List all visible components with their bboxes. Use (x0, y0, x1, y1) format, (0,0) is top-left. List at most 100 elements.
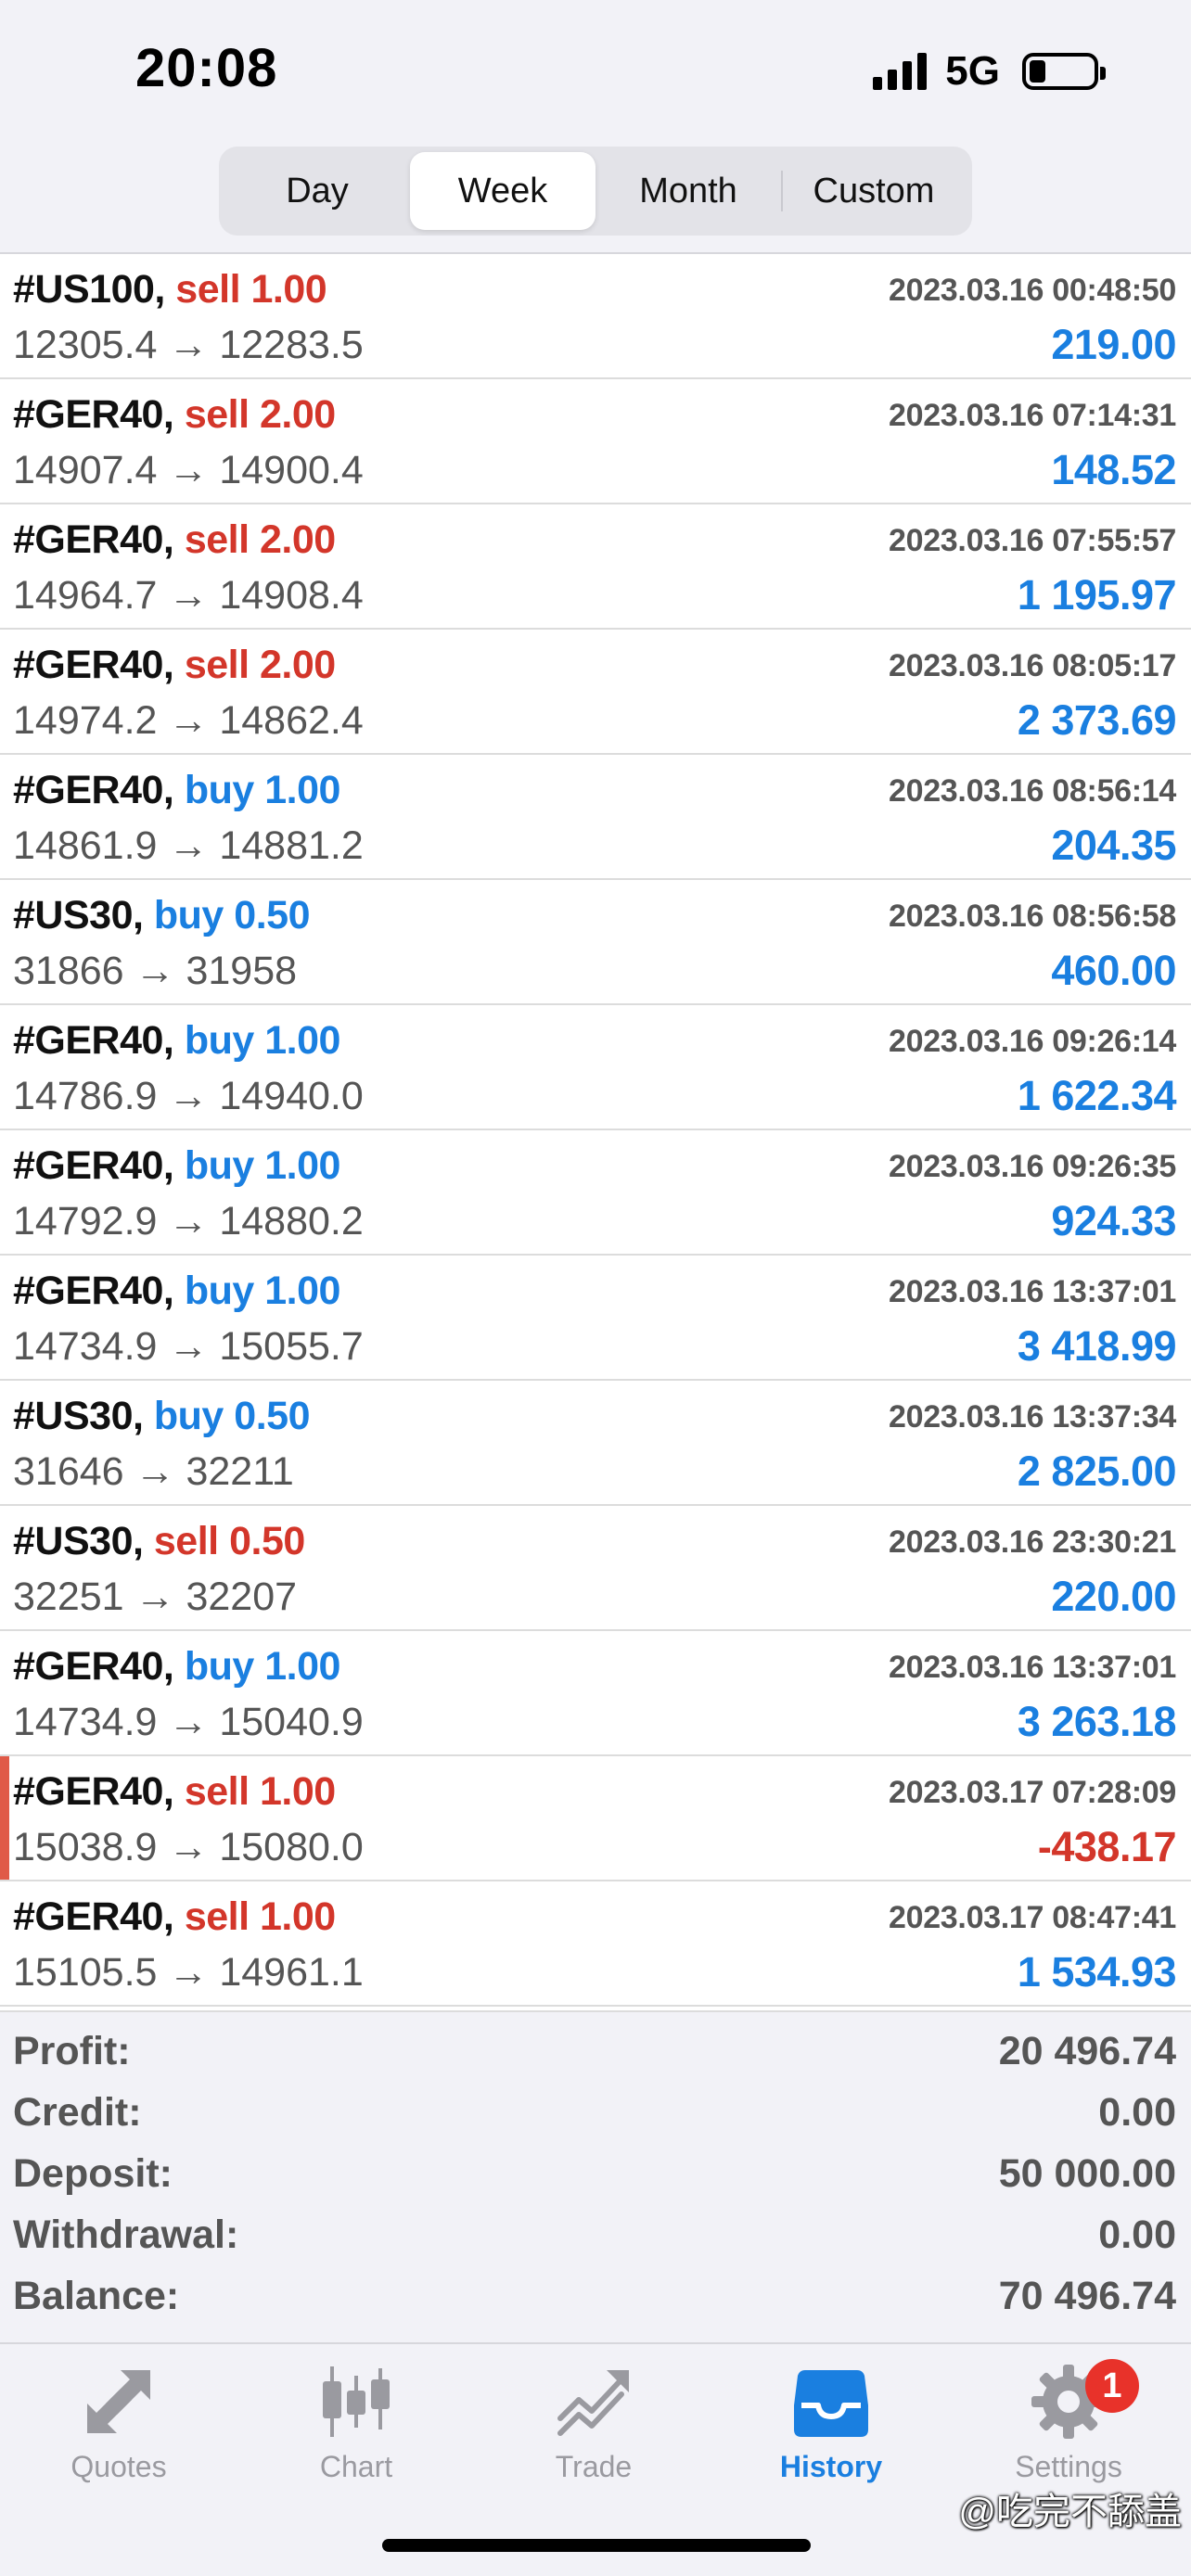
tab-month[interactable]: Month (596, 152, 781, 230)
trade-profit: 3 418.99 (1017, 1322, 1177, 1370)
trade-title: #GER40, buy 1.00 (13, 1644, 340, 1690)
summary-balance: Balance: 70 496.74 (0, 2264, 1191, 2326)
trade-profit: 3 263.18 (1017, 1698, 1177, 1745)
trade-prices: 12305.4 → 12283.5 (13, 323, 364, 367)
trade-side-volume: sell 2.00 (185, 643, 336, 687)
home-indicator[interactable] (382, 2539, 811, 2552)
trade-side: buy (153, 1394, 224, 1438)
trade-side-volume: buy 1.00 (185, 1018, 341, 1063)
trade-volume: 0.50 (234, 1394, 310, 1438)
trade-row[interactable]: #US100, sell 1.00 2023.03.16 00:48:50 12… (0, 254, 1191, 379)
trade-row[interactable]: #GER40, sell 2.00 2023.03.16 08:05:17 14… (0, 630, 1191, 755)
trade-datetime: 2023.03.16 13:37:34 (888, 1399, 1176, 1435)
trade-datetime: 2023.03.16 09:26:35 (888, 1149, 1176, 1184)
history-inbox-icon (794, 2370, 868, 2437)
trade-datetime: 2023.03.17 08:47:41 (888, 1900, 1176, 1935)
trade-datetime: 2023.03.16 13:37:01 (888, 1274, 1176, 1309)
trade-profit: 924.33 (1051, 1197, 1176, 1244)
trade-history-list[interactable]: #US100, sell 1.00 2023.03.16 00:48:50 12… (0, 254, 1191, 2007)
trade-side: buy (153, 893, 224, 937)
trade-profit: 220.00 (1051, 1573, 1176, 1620)
status-icons: 5G (873, 48, 1106, 95)
tab-trade[interactable]: Trade (475, 2363, 712, 2520)
trade-prices: 15038.9 → 15080.0 (13, 1825, 364, 1869)
trade-prices: 14792.9 → 14880.2 (13, 1199, 364, 1243)
trade-side-volume: buy 1.00 (184, 1644, 341, 1689)
trade-prices: 14974.2 → 14862.4 (13, 698, 364, 743)
tab-history[interactable]: History (712, 2363, 950, 2520)
trade-side-volume: buy 0.50 (153, 1394, 311, 1438)
trade-side: sell (175, 267, 241, 312)
trade-side-volume: sell 1.00 (175, 267, 327, 312)
trade-volume: 1.00 (264, 1143, 340, 1188)
tab-week[interactable]: Week (410, 152, 596, 230)
trade-symbol: #GER40, (13, 517, 174, 562)
trade-datetime: 2023.03.16 13:37:01 (888, 1650, 1176, 1685)
trade-profit: 2 825.00 (1017, 1447, 1177, 1495)
trade-volume: 0.50 (234, 893, 310, 937)
trade-volume: 2.00 (260, 643, 336, 687)
trade-side: buy (184, 1644, 254, 1689)
trade-row[interactable]: #GER40, sell 2.00 2023.03.16 07:55:57 14… (0, 504, 1191, 630)
summary-value: 0.00 (1098, 2213, 1176, 2257)
trade-row[interactable]: #GER40, buy 1.00 2023.03.16 13:37:01 147… (0, 1631, 1191, 1756)
trade-symbol: #US30, (13, 893, 144, 937)
summary-label: Withdrawal: (13, 2213, 239, 2257)
trade-profit: 460.00 (1051, 947, 1176, 994)
trade-prices: 31866 → 31958 (13, 949, 298, 993)
trade-side-volume: buy 1.00 (184, 768, 341, 812)
summary-value: 50 000.00 (998, 2151, 1176, 2196)
trade-symbol: #US100, (13, 267, 165, 312)
trade-datetime: 2023.03.16 08:56:58 (888, 899, 1176, 934)
trade-row[interactable]: #US30, sell 0.50 2023.03.16 23:30:21 322… (0, 1506, 1191, 1631)
trade-title: #GER40, buy 1.00 (13, 1143, 340, 1189)
trade-title: #GER40, sell 1.00 (13, 1769, 336, 1815)
tab-label: Trade (555, 2450, 633, 2483)
trade-volume: 1.00 (264, 768, 340, 812)
trade-profit: 2 373.69 (1017, 696, 1177, 744)
trade-volume: 1.00 (264, 1269, 340, 1313)
period-selector: Day Week Month Custom (219, 147, 972, 236)
trade-symbol: #GER40, (13, 1894, 174, 1939)
trade-prices: 14861.9 → 14881.2 (13, 823, 364, 868)
trade-row[interactable]: #GER40, buy 1.00 2023.03.16 09:26:14 147… (0, 1005, 1191, 1130)
network-type: 5G (945, 48, 1000, 94)
tab-chart[interactable]: Chart (237, 2363, 475, 2520)
trade-row[interactable]: #GER40, buy 1.00 2023.03.16 08:56:14 148… (0, 755, 1191, 880)
trade-symbol: #GER40, (13, 1269, 174, 1313)
trade-row[interactable]: #GER40, sell 1.00 2023.03.17 07:28:09 15… (0, 1756, 1191, 1881)
tab-day[interactable]: Day (224, 152, 410, 230)
trade-profit: 1 622.34 (1017, 1072, 1177, 1119)
trade-symbol: #GER40, (13, 643, 174, 687)
trade-datetime: 2023.03.16 09:26:14 (888, 1024, 1176, 1059)
trade-side: buy (184, 768, 254, 812)
trade-title: #GER40, sell 2.00 (13, 643, 336, 688)
trade-symbol: #GER40, (13, 1769, 174, 1814)
tab-quotes[interactable]: Quotes (0, 2363, 237, 2520)
trade-side: sell (153, 1519, 219, 1563)
trade-profit: 1 195.97 (1017, 571, 1177, 618)
trade-row[interactable]: #GER40, sell 2.00 2023.03.16 07:14:31 14… (0, 379, 1191, 504)
trade-row[interactable]: #GER40, buy 1.00 2023.03.16 13:37:01 147… (0, 1256, 1191, 1381)
trade-datetime: 2023.03.16 00:48:50 (888, 273, 1176, 308)
trade-side: sell (184, 643, 250, 687)
watermark: @吃完不舔盖 (958, 2492, 1182, 2532)
trade-side-volume: sell 1.00 (185, 1894, 336, 1939)
summary-label: Balance: (13, 2274, 180, 2318)
trade-row[interactable]: #US30, buy 0.50 2023.03.16 08:56:58 3186… (0, 880, 1191, 1005)
tab-custom[interactable]: Custom (781, 152, 967, 230)
summary-label: Profit: (13, 2029, 131, 2073)
trade-row[interactable]: #GER40, buy 1.00 2023.03.16 09:26:35 147… (0, 1130, 1191, 1256)
trade-row[interactable]: #US30, buy 0.50 2023.03.16 13:37:34 3164… (0, 1381, 1191, 1506)
summary-withdrawal: Withdrawal: 0.00 (0, 2203, 1191, 2264)
signal-bars-icon (873, 53, 928, 90)
trade-prices: 14907.4 → 14900.4 (13, 448, 364, 492)
trade-symbol: #US30, (13, 1394, 144, 1438)
trade-side: sell (184, 1894, 250, 1939)
trade-symbol: #GER40, (13, 1143, 174, 1188)
trade-row[interactable]: #GER40, sell 1.00 2023.03.17 08:47:41 15… (0, 1881, 1191, 2007)
trade-side: buy (184, 1269, 254, 1313)
trade-side-volume: sell 2.00 (185, 392, 336, 437)
trade-side: sell (184, 1769, 250, 1814)
trade-datetime: 2023.03.17 07:28:09 (888, 1775, 1176, 1810)
